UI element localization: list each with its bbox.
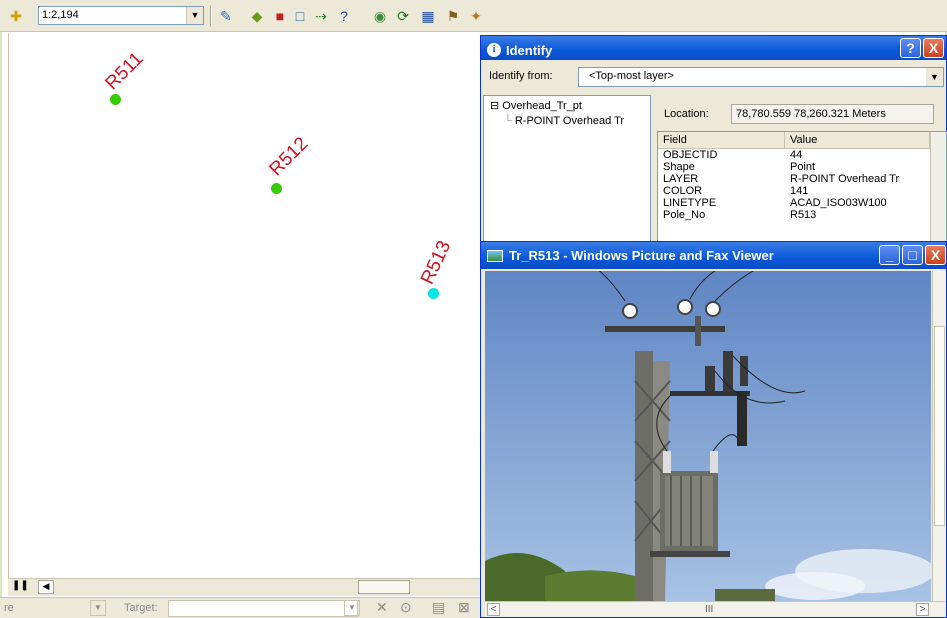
identify-from-label: Identify from: xyxy=(489,70,553,82)
location-field: 78,780.559 78,260.321 Meters xyxy=(731,104,934,124)
map-scale-value: 1:2,194 xyxy=(42,9,79,21)
sketch-properties-icon[interactable]: ⊠ xyxy=(458,599,470,616)
table-row[interactable]: LINETYPE ACAD_ISO03W100 xyxy=(658,197,946,209)
viewer-vertical-scrollbar[interactable] xyxy=(932,271,946,601)
tree-item-layer[interactable]: ⊟ Overhead_Tr_pt xyxy=(490,99,644,114)
info-icon: i xyxy=(487,43,501,57)
field-column-header[interactable]: Field xyxy=(658,132,785,148)
target-label: Target: xyxy=(124,602,158,614)
editor-status-bar: re ▼ Target: ▼ ✕ ⊙ ▤ ⊠ xyxy=(0,597,480,618)
map-point-label: R512 xyxy=(265,133,313,181)
viewer-horizontal-scrollbar[interactable]: < III > xyxy=(485,601,945,617)
chevron-down-icon[interactable]: ▼ xyxy=(926,68,943,86)
identify-from-value: <Top-most layer> xyxy=(589,70,674,82)
table-row[interactable]: COLOR 141 xyxy=(658,185,946,197)
sketch-icon[interactable]: ✕ xyxy=(376,599,388,616)
scroll-grip: III xyxy=(705,604,714,615)
value-column-header[interactable]: Value xyxy=(785,132,930,148)
maximize-button[interactable]: □ xyxy=(902,245,923,265)
table-row[interactable]: Pole_No R513 xyxy=(658,209,946,221)
close-button[interactable]: X xyxy=(923,38,944,58)
picture-viewer-window: Tr_R513 - Windows Picture and Fax Viewer… xyxy=(480,241,947,618)
table-row[interactable]: Shape Point xyxy=(658,161,946,173)
map-point[interactable] xyxy=(428,288,439,299)
viewer-title: Tr_R513 - Windows Picture and Fax Viewer xyxy=(509,248,774,263)
attributes-grid: Field Value OBJECTID 44 Shape Point LAYER R… xyxy=(657,131,947,245)
scroll-thumb[interactable] xyxy=(934,326,945,526)
pause-icon[interactable]: ❚❚ xyxy=(12,580,29,591)
hyperlink-icon[interactable]: ✦ xyxy=(466,6,486,26)
identify-window: i Identify ? X Identify from: <Top-most … xyxy=(480,35,947,245)
model-builder-icon[interactable]: ⇢ xyxy=(311,6,331,26)
scroll-thumb[interactable] xyxy=(358,580,410,594)
tree-connector-icon: └ xyxy=(504,115,515,127)
map-point[interactable] xyxy=(110,94,121,105)
minimize-button[interactable]: _ xyxy=(879,245,900,265)
location-label: Location: xyxy=(664,108,709,120)
picture-icon xyxy=(487,249,503,262)
scroll-right-icon[interactable]: > xyxy=(916,603,929,616)
globe-icon[interactable]: ◉ xyxy=(370,6,390,26)
main-toolbar: ✚ 1:2,194 ▼ ✎ ◆ ■ □ ⇢ ? ◉ ⟳ ▦ ⚑ ✦ xyxy=(0,0,947,32)
target-combo[interactable] xyxy=(168,600,358,617)
toolbar-separator xyxy=(210,5,212,27)
map-canvas[interactable]: R511 R512 R513 xyxy=(8,33,480,581)
editor-icon[interactable]: ✎ xyxy=(216,6,236,26)
attributes-icon[interactable]: ▤ xyxy=(432,599,445,616)
layers-icon[interactable]: ◆ xyxy=(247,6,267,26)
identify-title: Identify xyxy=(506,42,553,58)
identify-results-tree: ⊟ Overhead_Tr_pt └ R-POINT Overhead Tr xyxy=(483,95,651,245)
identify-from-select[interactable]: <Top-most layer> ▼ xyxy=(578,67,944,87)
viewer-title-bar[interactable]: Tr_R513 - Windows Picture and Fax Viewer… xyxy=(481,242,946,269)
task-label: re xyxy=(4,602,14,614)
chevron-down-icon[interactable]: ▼ xyxy=(344,600,360,616)
identify-title-bar[interactable]: i Identify ? X xyxy=(481,36,946,60)
collapse-icon[interactable]: ⊟ xyxy=(490,100,502,112)
chevron-down-icon[interactable]: ▼ xyxy=(90,600,106,616)
chevron-down-icon[interactable]: ▼ xyxy=(186,7,203,24)
map-point-label: R513 xyxy=(417,237,456,288)
help-button[interactable]: ? xyxy=(900,38,921,58)
add-data-icon[interactable]: ✚ xyxy=(6,6,26,26)
grid-header: Field Value xyxy=(658,132,946,149)
table-row[interactable]: OBJECTID 44 xyxy=(658,149,946,161)
grid-vertical-scrollbar[interactable] xyxy=(930,132,946,244)
transformer-pole-photo xyxy=(485,271,931,601)
table-row[interactable]: LAYER R-POINT Overhead Tr xyxy=(658,173,946,185)
help-icon[interactable]: ⚑ xyxy=(443,6,463,26)
table-icon[interactable]: ▦ xyxy=(418,6,438,26)
circle-icon[interactable]: ⊙ xyxy=(400,599,412,616)
whats-this-icon[interactable]: ? xyxy=(334,6,354,26)
refresh-icon[interactable]: ⟳ xyxy=(393,6,413,26)
tree-item-feature[interactable]: └ R-POINT Overhead Tr xyxy=(490,114,644,129)
close-button[interactable]: X xyxy=(925,245,946,265)
photo-image xyxy=(485,271,931,601)
window-icon[interactable]: □ xyxy=(290,6,310,26)
scroll-left-icon[interactable]: < xyxy=(487,603,500,616)
toolbox-icon[interactable]: ■ xyxy=(270,6,290,26)
map-scale-combo[interactable]: 1:2,194 ▼ xyxy=(38,6,204,25)
map-point-label: R511 xyxy=(101,48,148,95)
map-point[interactable] xyxy=(271,183,282,194)
scroll-left-icon[interactable]: ◀ xyxy=(38,580,54,594)
map-horizontal-scrollbar[interactable]: ❚❚ ◀ xyxy=(8,578,480,596)
